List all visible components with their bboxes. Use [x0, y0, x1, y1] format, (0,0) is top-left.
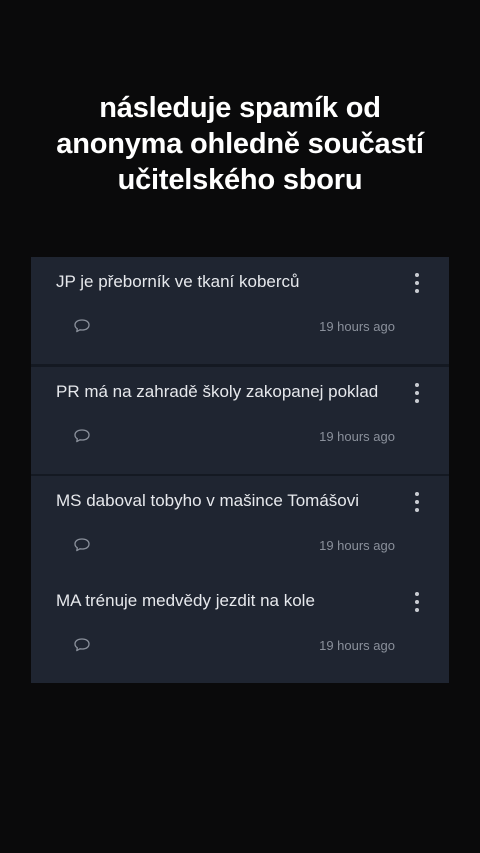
post-card[interactable]: MA trénuje medvědy jezdit na kole 19 hou… — [31, 576, 449, 683]
timestamp: 19 hours ago — [319, 638, 395, 653]
meme-caption: následuje spamík od anonyma ohledně souč… — [20, 90, 460, 198]
post-text: JP je přeborník ve tkaní koberců — [56, 272, 300, 291]
timestamp: 19 hours ago — [319, 319, 395, 334]
post-text: MS daboval tobyho v mašince Tomášovi — [56, 491, 360, 510]
post-text: MA trénuje medvědy jezdit na kole — [56, 591, 315, 610]
more-options-icon[interactable] — [411, 492, 423, 516]
timestamp: 19 hours ago — [319, 538, 395, 553]
comment-icon[interactable] — [73, 537, 91, 553]
screen: následuje spamík od anonyma ohledně souč… — [0, 0, 480, 853]
post-card[interactable]: PR má na zahradě školy zakopanej poklad … — [31, 367, 449, 474]
more-options-icon[interactable] — [411, 592, 423, 616]
comment-icon[interactable] — [73, 428, 91, 444]
post-card[interactable]: JP je přeborník ve tkaní koberců 19 hour… — [31, 257, 449, 364]
comment-icon[interactable] — [73, 318, 91, 334]
post-text: PR má na zahradě školy zakopanej poklad — [56, 382, 379, 401]
more-options-icon[interactable] — [411, 273, 423, 297]
timestamp: 19 hours ago — [319, 429, 395, 444]
post-feed: JP je přeborník ve tkaní koberců 19 hour… — [31, 257, 449, 683]
post-card[interactable]: MS daboval tobyho v mašince Tomášovi 19 … — [31, 476, 449, 583]
comment-icon[interactable] — [73, 637, 91, 653]
caption-line: anonyma ohledně součastí — [56, 128, 424, 160]
more-options-icon[interactable] — [411, 383, 423, 407]
caption-line: učitelského sboru — [117, 164, 363, 196]
caption-line: následuje spamík od — [99, 92, 381, 124]
